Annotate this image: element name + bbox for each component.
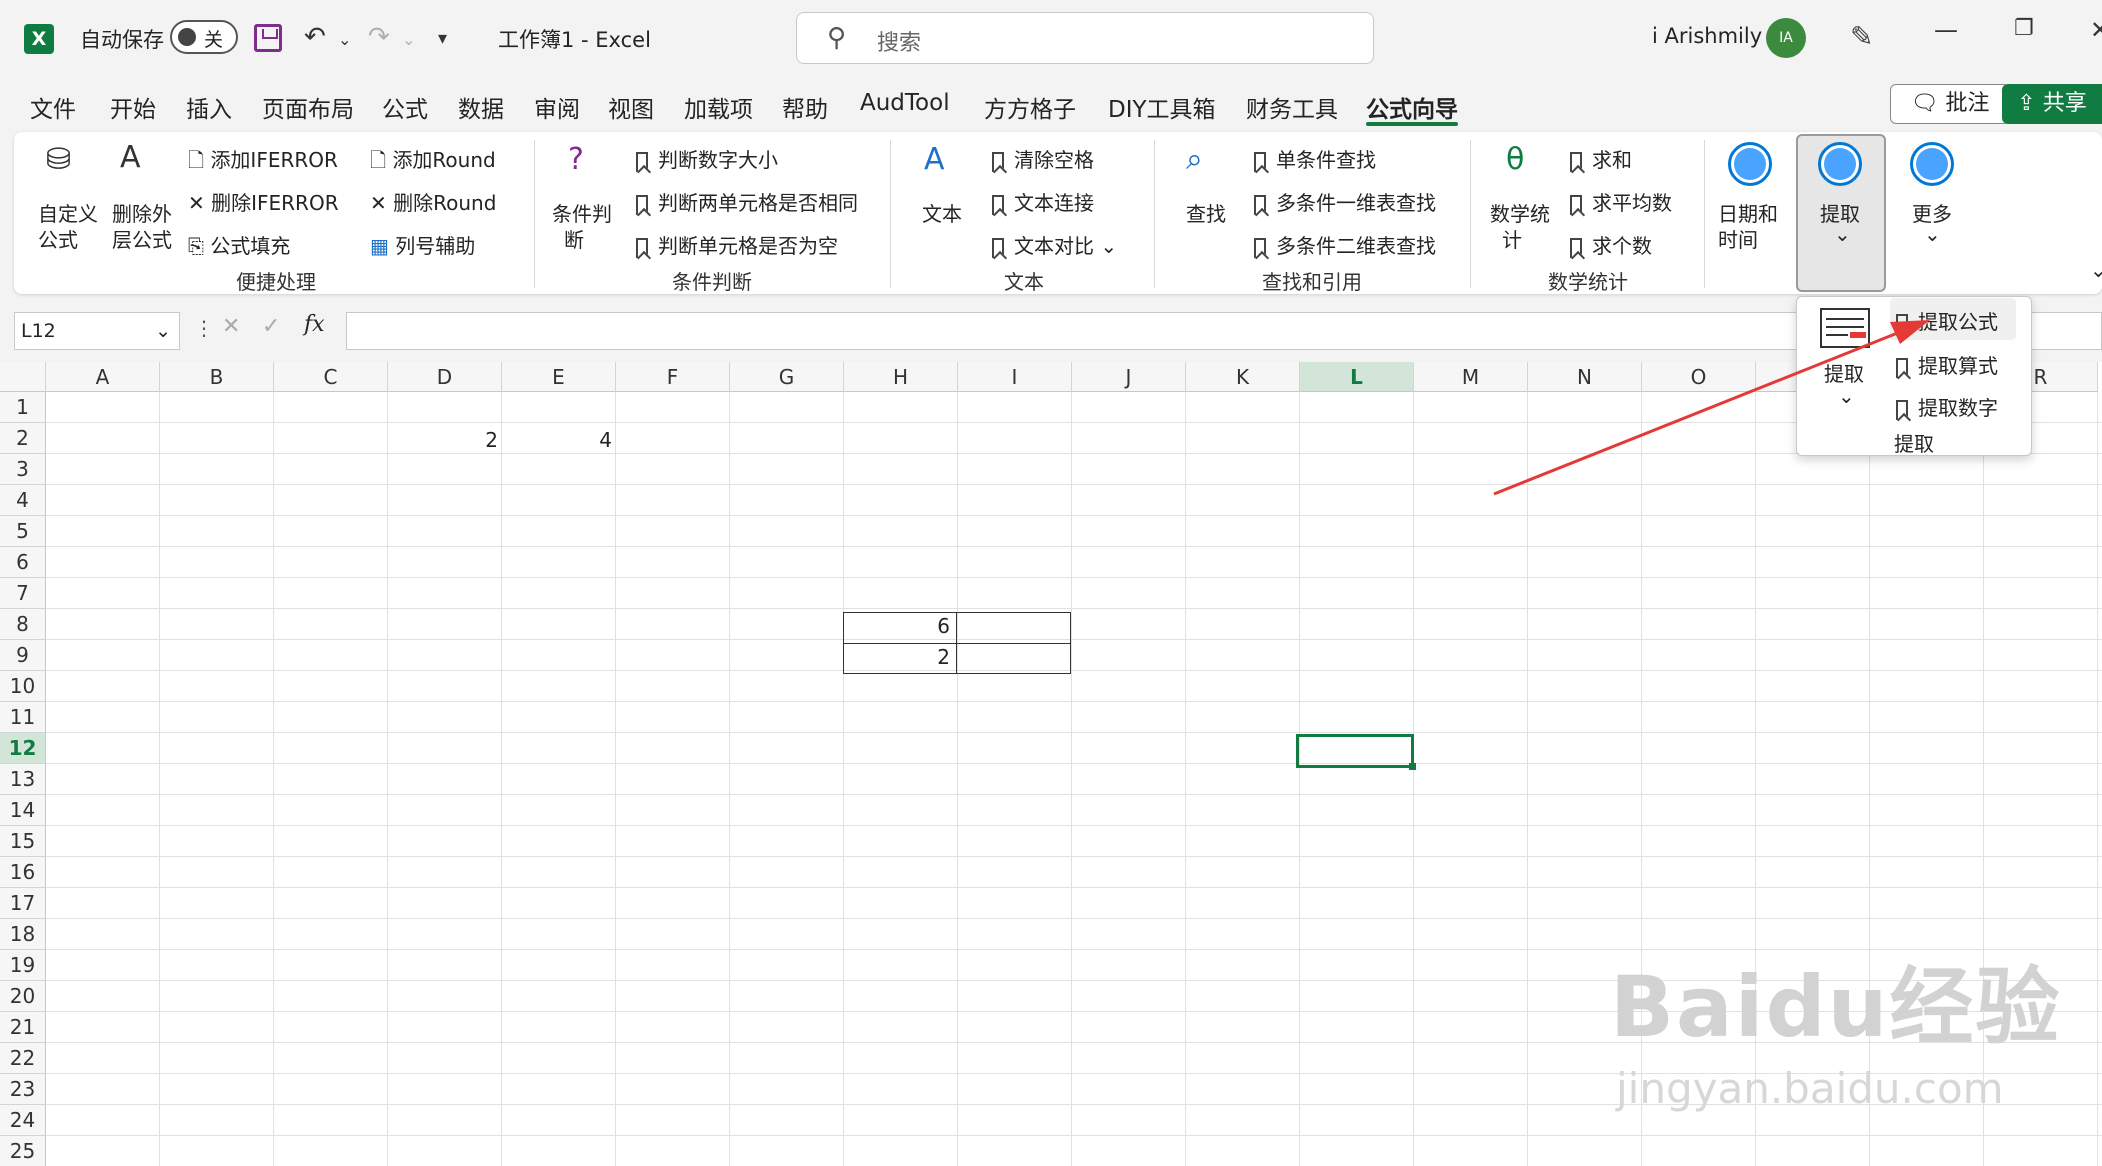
arrow-line: [1493, 330, 1901, 496]
annotation-arrow: [1493, 320, 1930, 496]
arrow-head: [1890, 320, 1930, 344]
